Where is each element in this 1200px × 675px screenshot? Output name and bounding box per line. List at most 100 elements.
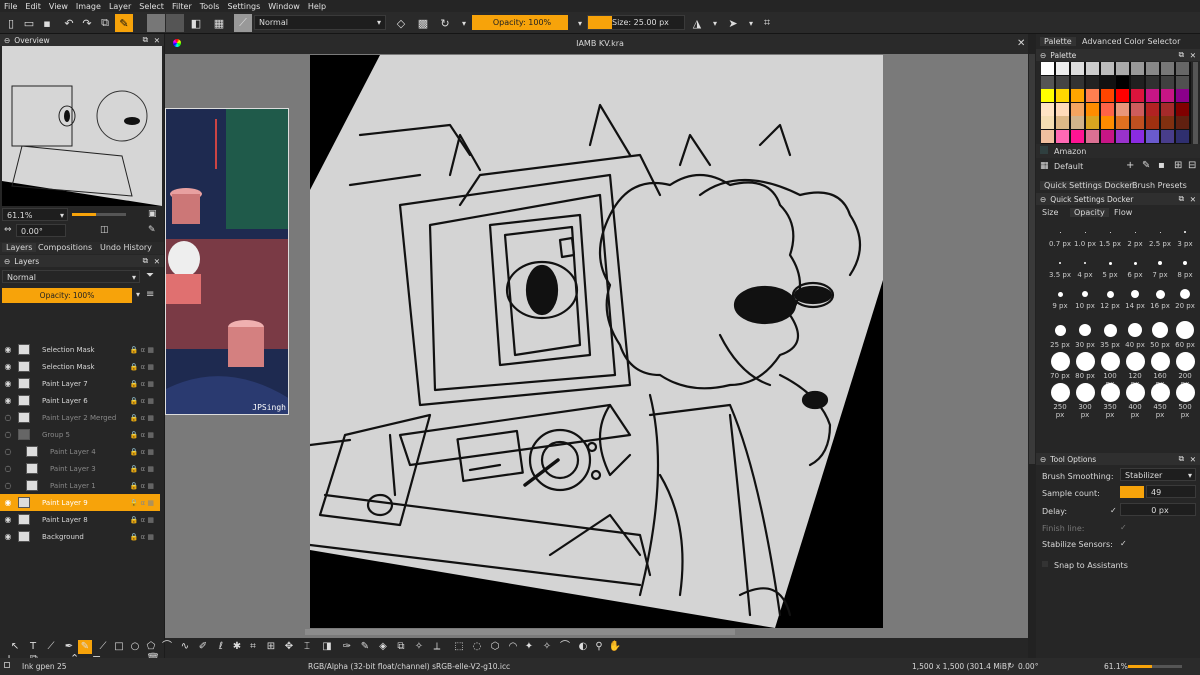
move-tool-icon[interactable]: ✥ (282, 640, 296, 654)
tab-palette[interactable]: Palette (1040, 37, 1076, 46)
palette-swatch[interactable] (1071, 89, 1084, 103)
brush-size-dot[interactable] (1108, 261, 1112, 265)
palette-swatch[interactable] (1086, 62, 1099, 75)
reload-preset-icon[interactable]: ↻ (436, 14, 454, 32)
brush-size-dot[interactable] (1150, 351, 1170, 371)
crop-tool-icon[interactable]: ⌗ (246, 640, 260, 654)
bezier-select-icon[interactable]: ⌒ (558, 640, 572, 654)
palette-swatch[interactable] (1071, 116, 1084, 130)
palette-swatch[interactable] (1101, 89, 1114, 103)
palette-swatch[interactable] (1086, 89, 1099, 103)
multibrush-icon[interactable]: ✱ (230, 640, 244, 654)
layer-blend-select[interactable]: Normal ▾ (2, 270, 140, 283)
tab-opacity[interactable]: Opacity (1070, 208, 1109, 217)
gradient-icon[interactable] (147, 14, 165, 32)
zoom-status[interactable]: 61.1% (1104, 662, 1128, 671)
polygon-select-icon[interactable]: ⬡ (488, 640, 502, 654)
close-icon[interactable]: ✕ (154, 257, 160, 266)
brush-size-dot[interactable] (1059, 231, 1061, 233)
palette-swatch[interactable] (1071, 62, 1084, 75)
eraser-icon[interactable]: ◇ (392, 14, 410, 32)
mirror-dropdown-icon[interactable]: ▾ (706, 14, 724, 32)
reference-image[interactable]: JPSingh (165, 108, 289, 415)
select-shapes-icon[interactable]: ↖ (8, 640, 22, 654)
palette-swatch[interactable] (1146, 89, 1159, 103)
brush-size-label[interactable]: 0.7 px (1048, 240, 1072, 248)
zoom-slider[interactable] (72, 213, 96, 216)
menu-filter[interactable]: Filter (172, 2, 192, 11)
palette-swatch[interactable] (1116, 116, 1129, 130)
palette-swatch[interactable] (1146, 116, 1159, 130)
visibility-eye-icon[interactable]: ◌ (3, 464, 13, 473)
polygon-tool-icon[interactable]: ⬠ (144, 640, 158, 654)
brush-size-label[interactable]: 500 px (1173, 403, 1197, 419)
mirror-vertical-icon[interactable]: ➤ (724, 14, 742, 32)
brush-size-label[interactable]: 2 px (1123, 240, 1147, 248)
brush-size-dot[interactable] (1054, 324, 1066, 336)
brush-size-dot[interactable] (1152, 322, 1168, 338)
transform-tool-icon[interactable]: ⊞ (264, 640, 278, 654)
palette-swatch[interactable] (1101, 130, 1114, 143)
layer-row[interactable]: ◉ Selection Mask 🔒 α ▦ (0, 358, 160, 375)
calligraphy-icon[interactable]: ✒ (62, 640, 76, 654)
layer-lock-icon[interactable]: 🔒 α ▦ (130, 482, 154, 490)
pan-tool-icon[interactable]: ✋ (608, 640, 622, 654)
rect-select-icon[interactable]: ⬚ (452, 640, 466, 654)
layer-row[interactable]: ◌ Paint Layer 2 Merged 🔒 α ▦ (0, 409, 160, 426)
palette-swatch[interactable] (1176, 102, 1189, 116)
fill-tool-icon[interactable]: ◈ (376, 640, 390, 654)
visibility-eye-icon[interactable]: ◌ (3, 413, 13, 422)
polyline-tool-icon[interactable]: ⌒ (160, 640, 174, 654)
visibility-eye-icon[interactable]: ◉ (3, 362, 13, 371)
layer-lock-icon[interactable]: 🔒 α ▦ (130, 533, 154, 541)
brush-size-label[interactable]: 350 px (1098, 403, 1122, 419)
layer-row[interactable]: ◉ Paint Layer 6 🔒 α ▦ (0, 392, 160, 409)
fg-bg-color-icon[interactable]: ◧ (187, 14, 205, 32)
brush-size-label[interactable]: 1.0 px (1073, 240, 1097, 248)
float-icon[interactable]: ⧉ (143, 35, 148, 45)
layer-lock-icon[interactable]: 🔒 α ▦ (130, 499, 154, 507)
brush-size-dot[interactable] (1103, 323, 1117, 337)
alpha-lock-icon[interactable]: ▩ (414, 14, 432, 32)
opacity-slider[interactable]: Opacity: 100% (472, 15, 568, 30)
layer-opacity-slider[interactable]: Opacity: 100% (2, 288, 132, 303)
layer-row[interactable]: ◌ Paint Layer 3 🔒 α ▦ (0, 460, 160, 477)
visibility-eye-icon[interactable]: ◌ (3, 430, 13, 439)
brush-size-dot[interactable] (1084, 262, 1086, 264)
visibility-eye-icon[interactable]: ◉ (3, 379, 13, 388)
palette-swatch[interactable] (1161, 89, 1174, 103)
menu-view[interactable]: View (49, 2, 68, 11)
similar-select-icon[interactable]: ✧ (540, 640, 554, 654)
brush-size-dot[interactable] (1079, 324, 1091, 336)
brush-size-dot[interactable] (1084, 231, 1086, 233)
enclose-fill-icon[interactable]: ⧉ (394, 640, 408, 654)
save-icon[interactable]: ▪ (38, 14, 56, 32)
float-icon[interactable]: ⧉ (1179, 50, 1184, 60)
brush-size-dot[interactable] (1106, 290, 1114, 298)
visibility-eye-icon[interactable]: ◉ (3, 515, 13, 524)
palette-swatch[interactable] (1086, 75, 1099, 89)
zoom-status-slider[interactable] (1128, 665, 1152, 668)
dynamic-brush-icon[interactable]: ℓ (214, 640, 228, 654)
close-icon[interactable]: ✕ (1190, 195, 1196, 204)
palette-swatch[interactable] (1071, 102, 1084, 116)
brush-size-dot[interactable] (1175, 351, 1195, 371)
palette-swatch[interactable] (1071, 130, 1084, 143)
reload-dropdown-icon[interactable]: ▾ (455, 14, 473, 32)
layer-lock-icon[interactable]: 🔒 α ▦ (130, 363, 154, 371)
brush-size-label[interactable]: 70 px (1048, 372, 1072, 380)
palette-swatch[interactable] (1101, 116, 1114, 130)
palette-swatch[interactable] (1131, 116, 1144, 130)
visibility-eye-icon[interactable]: ◌ (3, 447, 13, 456)
brush-size-label[interactable]: 60 px (1173, 341, 1197, 349)
layer-lock-icon[interactable]: 🔒 α ▦ (130, 397, 154, 405)
palette-swatch[interactable] (1056, 102, 1069, 116)
brush-size-dot[interactable] (1050, 351, 1070, 371)
color-picker-icon[interactable]: ✑ (340, 640, 354, 654)
rotate-icon[interactable]: ⇔ (4, 225, 12, 235)
sample-count-field[interactable]: 49 (1146, 485, 1196, 498)
brush-size-dot[interactable] (1100, 351, 1120, 371)
contiguous-select-icon[interactable]: ✦ (522, 640, 536, 654)
visibility-eye-icon[interactable]: ◉ (3, 345, 13, 354)
brush-size-dot[interactable] (1125, 351, 1145, 371)
